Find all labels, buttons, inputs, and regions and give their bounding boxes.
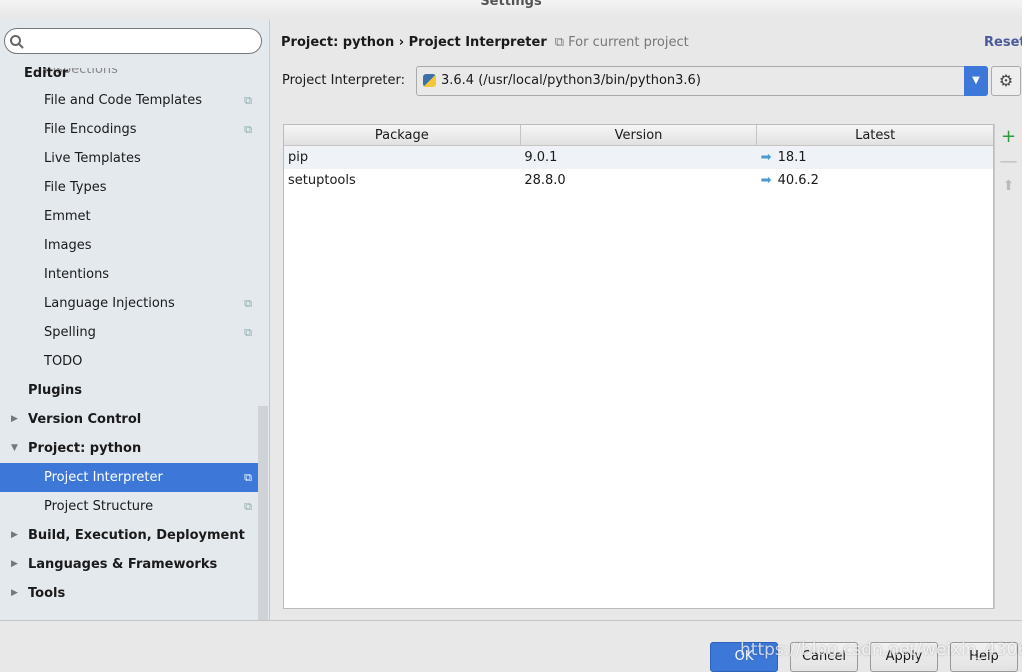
sticky-header-editor[interactable]: Editor [24, 66, 68, 81]
collapse-arrow-icon[interactable]: ▼ [11, 434, 18, 463]
dialog-button-bar: OK Cancel Apply Help [0, 620, 1022, 672]
tree-item-editor[interactable]: Spelling ⧉ [0, 318, 258, 347]
tree-item-editor[interactable]: Intentions [0, 260, 258, 289]
add-package-icon[interactable]: + [995, 124, 1022, 149]
python-icon [423, 74, 436, 87]
tree-item-version-control[interactable]: ▶ Version Control [0, 405, 258, 434]
settings-sidebar: Inspections File and Code Templates ⧉ File… [0, 20, 270, 620]
tree-item-editor[interactable]: TODO [0, 347, 258, 376]
expand-arrow-icon[interactable]: ▶ [11, 405, 18, 434]
column-header-latest[interactable]: Latest [757, 125, 993, 145]
ok-button[interactable]: OK [710, 642, 778, 672]
tree-item-project[interactable]: ▼ Project: python [0, 434, 258, 463]
package-name: pip [288, 150, 309, 165]
tree-item-project-structure[interactable]: Project Structure ⧉ [0, 492, 258, 521]
copy-icon: ⧉ [244, 326, 252, 339]
tree-item-editor[interactable]: File Types [0, 173, 258, 202]
settings-tree: Inspections File and Code Templates ⧉ File… [0, 68, 258, 608]
column-header-package[interactable]: Package [284, 125, 521, 145]
package-toolbar: + — ⬆ [994, 124, 1022, 609]
apply-button[interactable]: Apply [870, 642, 938, 672]
tree-item-editor[interactable]: File Encodings ⧉ [0, 115, 258, 144]
tree-item-editor[interactable]: Live Templates [0, 144, 258, 173]
copy-icon: ⧉ [244, 471, 252, 484]
table-row[interactable]: pip 9.0.1 ➡ 18.1 [284, 146, 993, 169]
window-title: Settings [480, 0, 542, 9]
sidebar-scrollbar[interactable] [258, 406, 268, 620]
help-button[interactable]: Help [950, 642, 1018, 672]
tree-item-plugins[interactable]: Plugins [0, 376, 258, 405]
gear-icon: ⚙ [998, 71, 1014, 90]
expand-arrow-icon[interactable]: ▶ [11, 579, 18, 608]
tree-item-project-interpreter[interactable]: Project Interpreter ⧉ [0, 463, 258, 492]
expand-arrow-icon[interactable]: ▶ [11, 550, 18, 579]
package-version: 28.8.0 [524, 173, 566, 188]
column-header-version[interactable]: Version [521, 125, 758, 145]
upgrade-package-icon[interactable]: ⬆ [995, 174, 1022, 199]
packages-table: Package Version Latest pip 9.0.1 ➡ 18.1 setu… [283, 124, 994, 609]
settings-search-input[interactable] [4, 28, 262, 54]
copy-icon: ⧉ [244, 500, 252, 513]
window-title-bar: Settings [0, 0, 1022, 20]
table-header: Package Version Latest [284, 125, 993, 146]
upgrade-arrow-icon: ➡ [760, 173, 772, 188]
tree-item-editor[interactable]: File and Code Templates ⧉ [0, 86, 258, 115]
chevron-down-icon[interactable]: ▼ [964, 66, 988, 96]
tree-item-editor[interactable]: Language Injections ⧉ [0, 289, 258, 318]
upgrade-arrow-icon: ➡ [760, 150, 772, 165]
package-name: setuptools [288, 173, 356, 188]
tree-item-build[interactable]: ▶ Build, Execution, Deployment [0, 521, 258, 550]
copy-icon: ⧉ [244, 297, 252, 310]
copy-icon: ⧉ [244, 123, 252, 136]
table-row[interactable]: setuptools 28.8.0 ➡ 40.6.2 [284, 169, 993, 192]
for-current-project: ⧉ For current project [554, 35, 689, 50]
package-latest: ➡ 40.6.2 [760, 173, 819, 188]
breadcrumb: Project: python › Project Interpreter ⧉ F… [281, 35, 689, 50]
tree-item-editor[interactable]: Images [0, 231, 258, 260]
tree-item-tools[interactable]: ▶ Tools [0, 579, 258, 608]
tree-item-editor[interactable]: Emmet [0, 202, 258, 231]
interpreter-settings-button[interactable]: ⚙ [991, 66, 1021, 96]
remove-package-icon[interactable]: — [995, 149, 1022, 174]
interpreter-label: Project Interpreter: [282, 73, 406, 88]
package-latest: ➡ 18.1 [760, 150, 807, 165]
interpreter-select[interactable]: 3.6.4 (/usr/local/python3/bin/python3.6)… [416, 66, 988, 96]
expand-arrow-icon[interactable]: ▶ [11, 521, 18, 550]
search-icon [10, 35, 24, 49]
package-version: 9.0.1 [524, 150, 558, 165]
reset-link[interactable]: Reset [984, 35, 1022, 50]
copy-icon: ⧉ [244, 94, 252, 107]
tree-item-languages[interactable]: ▶ Languages & Frameworks [0, 550, 258, 579]
cancel-button[interactable]: Cancel [790, 642, 858, 672]
